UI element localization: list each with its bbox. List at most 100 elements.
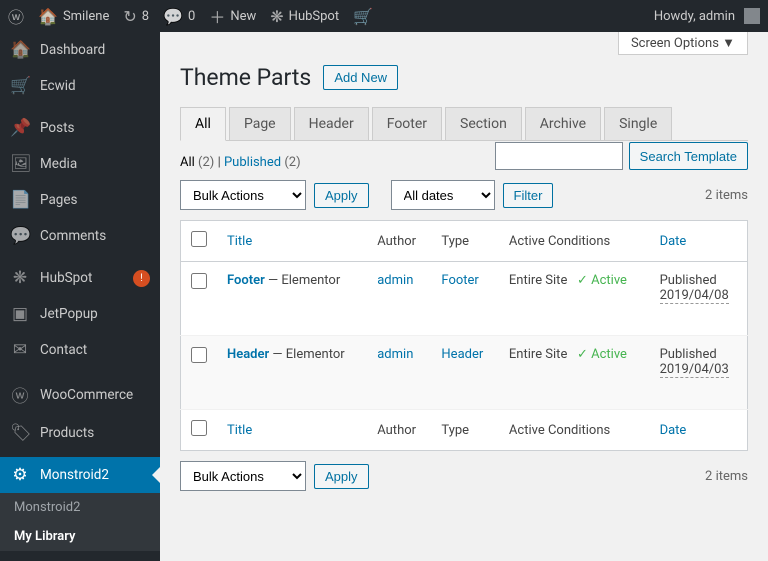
apply-bulk-button[interactable]: Apply [314,183,369,208]
search-button[interactable]: Search Template [629,142,748,170]
col-title-foot[interactable]: Title [227,423,252,438]
row-date: 2019/04/08 [660,288,729,304]
sidebar-item-monstroid2[interactable]: ⚙Monstroid2 [0,457,160,493]
main-content: Screen Options ▼ Theme Parts Add New All… [160,32,768,561]
col-conditions-foot: Active Conditions [499,410,650,451]
tab-footer[interactable]: Footer [372,107,442,141]
menu-label: Contact [40,342,87,358]
menu-icon: 📄 [10,190,30,210]
account-link[interactable]: Howdy, admin [654,8,760,24]
row-status: ✓ Active [577,347,627,362]
menu-label: Posts [40,120,74,136]
row-published-label: Published [660,273,717,288]
row-date: 2019/04/03 [660,362,729,378]
page-title: Theme Parts [180,64,311,91]
menu-label: Ecwid [40,78,76,94]
sidebar-item-ecwid[interactable]: 🛒 Ecwid [0,68,160,104]
menu-icon: 🏷 [10,423,30,443]
select-all-checkbox[interactable] [191,231,207,247]
tab-header[interactable]: Header [294,107,369,141]
col-conditions: Active Conditions [499,221,650,262]
comments-link[interactable]: 💬0 [163,7,195,26]
menu-icon: ⓦ [10,382,30,407]
menu-icon: 🏠 [10,40,30,60]
bulk-actions-select[interactable]: Bulk Actions [180,180,306,210]
row-checkbox[interactable] [191,347,207,363]
row-author-link[interactable]: admin [377,347,413,362]
date-filter-select[interactable]: All dates [391,180,495,210]
sidebar-item-pages[interactable]: 📄 Pages [0,182,160,218]
row-published-label: Published [660,347,717,362]
tab-single[interactable]: Single [604,107,672,141]
menu-label: JetPopup [40,306,98,322]
tab-all[interactable]: All [180,107,226,141]
type-tabs: AllPageHeaderFooterSectionArchiveSingle [180,107,748,141]
submenu-item[interactable]: Monstroid2 [0,493,160,522]
hubspot-link[interactable]: ❋HubSpot [270,7,339,26]
sidebar-item-jetpopup[interactable]: ▣ JetPopup [0,296,160,332]
menu-label: Dashboard [40,42,105,58]
items-count-bottom: 2 items [705,469,748,484]
sidebar-item-hubspot[interactable]: ❋ HubSpot! [0,260,160,296]
menu-label: Monstroid2 [40,467,109,483]
select-all-checkbox-foot[interactable] [191,420,207,436]
search-input[interactable] [495,142,623,170]
sidebar-item-dashboard[interactable]: 🏠 Dashboard [0,32,160,68]
table-row: Footer — ElementoradminFooterEntire Site… [181,262,748,336]
row-condition: Entire Site [509,347,567,362]
menu-icon: ❋ [10,268,30,288]
admin-bar: ⓦ 🏠Smilene ↻8 💬0 ＋New ❋HubSpot 🛒 Howdy, … [0,0,768,32]
filter-all[interactable]: All (2) [180,155,214,170]
row-title-link[interactable]: Header [227,347,269,362]
wp-logo-icon[interactable]: ⓦ [8,4,24,28]
col-date-foot[interactable]: Date [660,423,687,438]
menu-label: Media [40,156,77,172]
menu-icon: ▣ [10,304,30,324]
sidebar-item-media[interactable]: 🖼 Media [0,146,160,182]
apply-bulk-button-bottom[interactable]: Apply [314,464,369,489]
sidebar-item-comments[interactable]: 💬Comments [0,218,160,254]
col-title[interactable]: Title [227,234,252,249]
tab-archive[interactable]: Archive [525,107,601,141]
row-title-link[interactable]: Footer [227,273,265,288]
col-author-foot: Author [367,410,431,451]
menu-icon: 🖼 [10,154,30,174]
cart-icon[interactable]: 🛒 [353,7,373,26]
tab-page[interactable]: Page [229,107,291,141]
menu-icon: 🛒 [10,76,30,96]
row-status: ✓ Active [577,273,627,288]
alert-badge: ! [133,270,150,287]
new-link[interactable]: ＋New [209,4,256,28]
menu-label: Products [40,425,94,441]
col-type: Type [431,221,499,262]
menu-icon: ✉ [10,340,30,360]
submenu-item[interactable]: My Library [0,522,160,551]
row-title-suffix: — Elementor [265,273,340,288]
add-new-button[interactable]: Add New [323,65,398,90]
site-link[interactable]: 🏠Smilene [38,7,109,26]
menu-label: Pages [40,192,78,208]
filter-button[interactable]: Filter [503,183,554,208]
sidebar-item-posts[interactable]: 📌 Posts [0,110,160,146]
sidebar-item-products[interactable]: 🏷 Products [0,415,160,451]
row-checkbox[interactable] [191,273,207,289]
items-count: 2 items [705,188,748,203]
updates-link[interactable]: ↻8 [123,7,149,26]
col-author: Author [367,221,431,262]
row-type-link[interactable]: Footer [441,273,478,288]
screen-options-toggle[interactable]: Screen Options ▼ [618,32,748,55]
table-row: Header — Elementor admin Header Entire Site… [181,336,748,410]
row-type-link[interactable]: Header [441,347,483,362]
row-author-link[interactable]: admin [377,273,413,288]
col-date[interactable]: Date [660,234,687,249]
sidebar-item-woocommerce[interactable]: ⓦWooCommerce [0,374,160,415]
tab-section[interactable]: Section [445,107,522,141]
menu-label: HubSpot [40,270,92,286]
col-type-foot: Type [431,410,499,451]
filter-published[interactable]: Published (2) [224,155,301,170]
menu-icon: 📌 [10,118,30,138]
sidebar-item-contact[interactable]: ✉ Contact [0,332,160,368]
row-title-suffix: — Elementor [269,347,344,362]
bulk-actions-select-bottom[interactable]: Bulk Actions [180,461,306,491]
menu-label: Comments [40,228,106,244]
